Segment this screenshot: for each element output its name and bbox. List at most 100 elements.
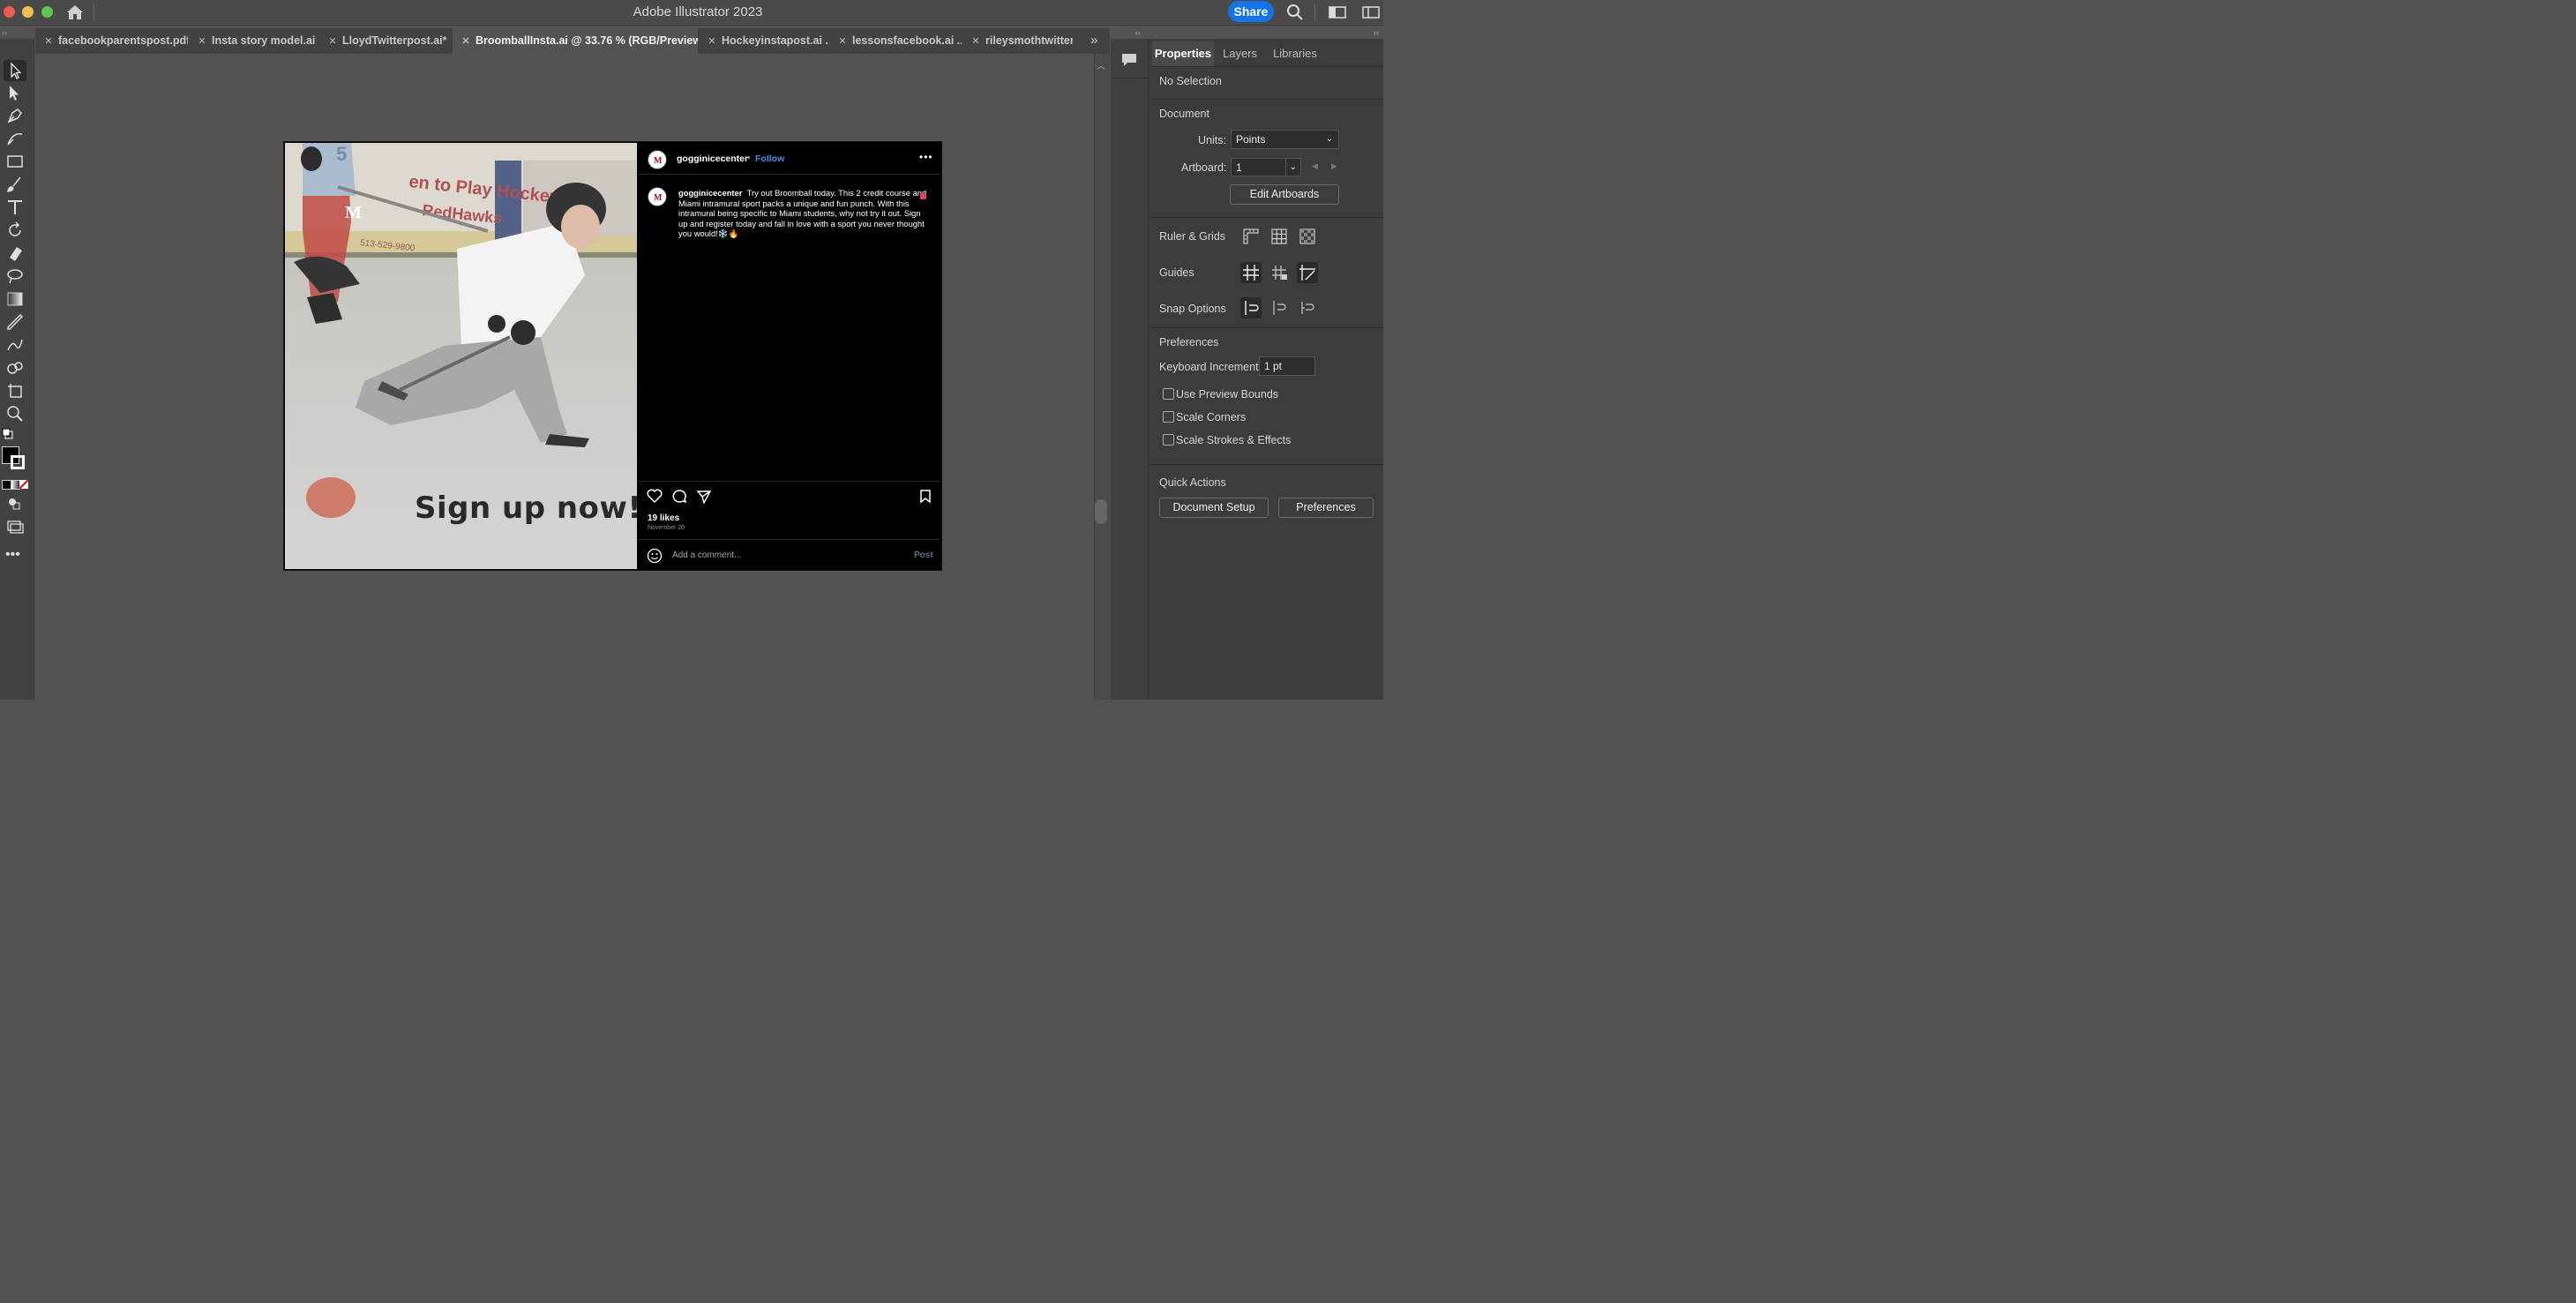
screen-mode-icon[interactable] <box>5 517 25 536</box>
scale-strokes-label: Scale Strokes & Effects <box>1176 434 1292 446</box>
panel-divider <box>1150 66 1383 67</box>
stroke-color-swatch[interactable] <box>11 455 25 469</box>
edit-artboards-button[interactable]: Edit Artboards <box>1230 184 1339 205</box>
tab-broomballinsta[interactable]: ✕ BroomballInsta.ai @ 33.76 % (RGB/Previe… <box>453 28 698 54</box>
more-options-icon[interactable]: ••• <box>919 151 933 163</box>
gradient-tool-icon[interactable] <box>5 289 25 309</box>
symbol-sprayer-icon[interactable] <box>5 358 25 378</box>
panel-divider <box>1150 327 1383 328</box>
keyboard-increment-input[interactable]: 1 pt <box>1259 356 1315 376</box>
bookmark-icon[interactable] <box>918 489 932 504</box>
units-select[interactable]: Points ⌄ <box>1231 130 1339 149</box>
artboard-select[interactable]: 1 ⌄ <box>1231 158 1301 176</box>
prev-artboard-icon[interactable]: ◀ <box>1312 161 1318 171</box>
close-tab-icon[interactable]: ✕ <box>196 29 208 54</box>
close-tab-icon[interactable]: ✕ <box>836 29 849 54</box>
tab-label: rileysmothtwitter <box>985 34 1073 47</box>
comment-input[interactable]: Add a comment... <box>672 550 741 560</box>
post-username: gogginicecenter <box>677 154 749 164</box>
ruler-icon[interactable] <box>1242 228 1260 245</box>
chevron-down-icon: ⌄ <box>1325 134 1333 144</box>
close-tab-icon[interactable]: ✕ <box>970 29 982 54</box>
eraser-tool-icon[interactable] <box>5 243 25 263</box>
use-preview-bounds-checkbox[interactable] <box>1163 388 1174 400</box>
vertical-scrollbar[interactable] <box>1094 54 1111 700</box>
strip-divider <box>1111 78 1148 79</box>
close-tab-icon[interactable]: ✕ <box>42 29 55 54</box>
none-mode-icon[interactable] <box>19 480 28 489</box>
document-setup-button[interactable]: Document Setup <box>1159 498 1269 518</box>
type-tool-icon[interactable] <box>5 198 25 217</box>
scrollbar-thumb[interactable] <box>1095 499 1107 524</box>
tab-libraries[interactable]: Libraries <box>1267 41 1323 66</box>
rotate-tool-icon[interactable] <box>5 221 25 240</box>
document-heading: Document <box>1159 108 1209 120</box>
artboard-tool-icon[interactable] <box>5 381 25 401</box>
more-tabs-icon[interactable]: » <box>1090 33 1097 48</box>
pen-tool-icon[interactable] <box>5 106 25 125</box>
snap-to-glyph-icon[interactable] <box>1299 299 1316 317</box>
tab-rileysmothtwitter[interactable]: ✕ rileysmothtwitter <box>962 28 1073 54</box>
close-tab-icon[interactable]: ✕ <box>706 29 718 54</box>
workspace-icon[interactable] <box>1329 5 1346 19</box>
toolbar-collapse-icon[interactable]: ›› <box>2 28 7 37</box>
tab-label: Hockeyinstapost.ai ... <box>722 34 828 47</box>
tab-layers[interactable]: Layers <box>1216 41 1264 66</box>
units-value: Points <box>1236 133 1266 146</box>
zoom-tool-icon[interactable] <box>5 404 25 423</box>
tab-properties[interactable]: Properties <box>1152 41 1214 66</box>
caption-username: gogginicecenter <box>678 188 743 198</box>
tab-insta-story-model[interactable]: ✕ Insta story model.ai <box>189 28 318 54</box>
selection-arrow-icon <box>11 62 22 79</box>
paintbrush-tool-icon[interactable] <box>5 175 25 194</box>
edit-toolbar-icon[interactable]: ••• <box>5 547 20 563</box>
blend-tool-icon[interactable] <box>5 335 25 355</box>
tab-lloydtwitterpost[interactable]: ✕ LloydTwitterpost.ai* <box>319 28 452 54</box>
tab-facebookparentspost[interactable]: ✕ facebookparentspost.pdf <box>35 28 188 54</box>
show-guides-button[interactable] <box>1240 262 1262 283</box>
share-button[interactable]: Share <box>1228 1 1274 22</box>
eyedropper-tool-icon[interactable] <box>5 312 25 332</box>
close-tab-icon[interactable]: ✕ <box>460 29 472 54</box>
rectangle-tool-icon[interactable] <box>5 152 25 171</box>
curvature-tool-icon[interactable] <box>5 129 25 148</box>
scroll-up-icon[interactable]: ︿ <box>1097 58 1105 71</box>
draw-mode-icon[interactable] <box>5 494 25 513</box>
scale-strokes-checkbox[interactable] <box>1163 434 1174 446</box>
close-tab-icon[interactable]: ✕ <box>326 29 339 54</box>
post-date: November 20 <box>648 525 685 531</box>
follow-dot: • <box>747 154 751 163</box>
transparency-grid-icon[interactable] <box>1299 228 1316 245</box>
comment-icon[interactable] <box>671 489 687 504</box>
panel-divider <box>1150 99 1383 100</box>
collapse-panel-icon[interactable]: ‹‹ <box>1135 28 1141 37</box>
smart-guides-button[interactable] <box>1297 262 1318 283</box>
swap-colors-icon[interactable] <box>2 427 21 446</box>
selection-tool[interactable] <box>4 60 26 81</box>
comments-icon[interactable] <box>1120 51 1138 69</box>
lasso-tool-icon[interactable] <box>5 266 25 286</box>
panel-icon[interactable] <box>1362 5 1380 19</box>
quick-actions-heading: Quick Actions <box>1159 476 1226 489</box>
follow-link[interactable]: Follow <box>755 154 784 164</box>
search-icon[interactable] <box>1286 4 1304 21</box>
snap-to-pixel-icon[interactable] <box>1270 299 1288 317</box>
preferences-button[interactable]: Preferences <box>1278 498 1374 518</box>
snap-to-point-button[interactable] <box>1240 297 1262 318</box>
svg-text:M: M <box>654 156 663 166</box>
caption-heart-icon[interactable] <box>920 193 926 199</box>
share-send-icon[interactable] <box>696 489 712 504</box>
direct-selection-icon[interactable] <box>5 83 25 102</box>
post-comment-button[interactable]: Post <box>914 550 933 560</box>
next-artboard-icon[interactable]: ▶ <box>1331 161 1337 171</box>
tab-label: LloydTwitterpost.ai* <box>342 34 447 47</box>
tab-lessonsfacebook[interactable]: ✕ lessonsfacebook.ai ... <box>829 28 962 54</box>
grid-icon[interactable] <box>1270 228 1288 245</box>
emoji-icon[interactable] <box>647 548 663 564</box>
scale-corners-checkbox[interactable] <box>1163 411 1174 423</box>
collapse-panel-icon[interactable]: ‹‹ <box>1374 28 1379 37</box>
like-heart-icon[interactable] <box>647 489 663 504</box>
tab-hockeyinstapost[interactable]: ✕ Hockeyinstapost.ai ... <box>699 28 828 54</box>
lock-guides-icon[interactable] <box>1270 264 1288 281</box>
guides-icon <box>1243 265 1259 281</box>
